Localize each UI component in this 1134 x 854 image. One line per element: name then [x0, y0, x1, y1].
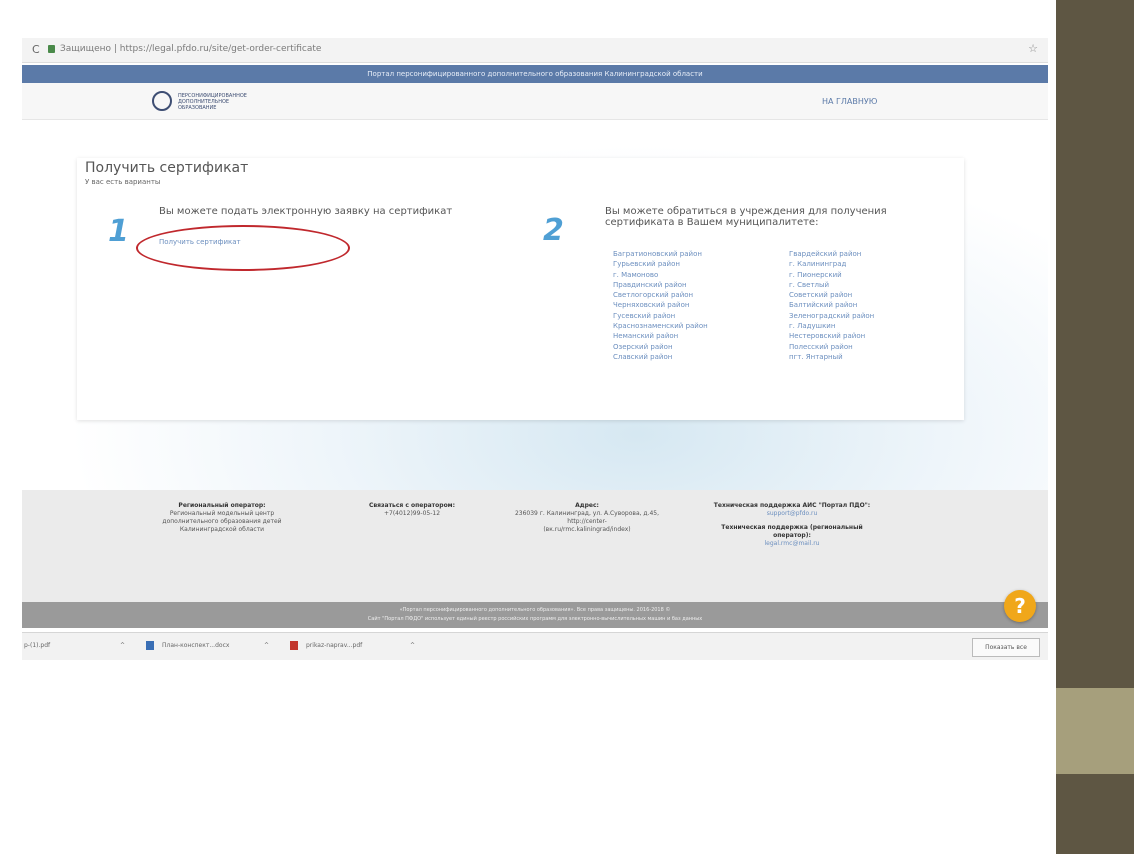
district-link[interactable]: пгт. Янтарный: [789, 352, 874, 362]
district-link[interactable]: Славский район: [613, 352, 708, 362]
document-icon: [146, 641, 154, 650]
district-link[interactable]: г. Калининград: [789, 259, 874, 269]
district-link[interactable]: Правдинский район: [613, 280, 708, 290]
footer-heading: Адрес:: [575, 502, 599, 509]
site-footer: Региональный оператор: Региональный моде…: [22, 490, 1048, 602]
district-link[interactable]: Гвардейский район: [789, 249, 874, 259]
footer-heading: Региональный оператор:: [178, 502, 266, 509]
download-item[interactable]: prikaz-naprav...pdf: [306, 642, 362, 649]
download-item[interactable]: р-(1).pdf: [24, 642, 50, 649]
footer-contact: Связаться с оператором: +7(4012)99-05-12: [352, 502, 472, 518]
footer-heading: Связаться с оператором:: [368, 502, 455, 509]
footer-text: (вк.ru/rmc.kaliningrad/index): [543, 526, 631, 533]
footer-heading: Техническая поддержка АИС "Портал ПДО":: [713, 502, 871, 509]
district-list-left: Багратионовский район Гурьевский район г…: [613, 249, 708, 362]
browser-screenshot: C Защищено | https://legal.pfdo.ru/site/…: [22, 38, 1048, 660]
help-icon[interactable]: ?: [1004, 590, 1036, 622]
footer-operator: Региональный оператор: Региональный моде…: [142, 502, 302, 534]
option-2-number: 2: [543, 213, 564, 248]
slide-decoration-block: [1056, 688, 1134, 774]
district-link[interactable]: г. Ладушкин: [789, 321, 874, 331]
district-list-right: Гвардейский район г. Калининград г. Пион…: [789, 249, 874, 362]
lock-icon: [48, 45, 55, 53]
portal-banner: Портал персонифицированного дополнительн…: [22, 65, 1048, 83]
logo-icon[interactable]: [152, 91, 172, 111]
site-header: ПЕРСОНИФИЦИРОВАННОЕ ДОПОЛНИТЕЛЬНОЕ ОБРАЗ…: [22, 83, 1048, 120]
downloads-bar: р-(1).pdf ^ План-конспект...docx ^ prika…: [22, 632, 1048, 660]
copyright-line: Сайт "Портал ПФДО" использует единый рее…: [367, 616, 703, 622]
chevron-up-icon[interactable]: ^: [410, 642, 415, 649]
footer-address: Адрес: 236039 г. Калининград, ул. А.Суво…: [512, 502, 662, 534]
copyright-bar: «Портал персонифицированного дополнитель…: [22, 602, 1048, 628]
district-link[interactable]: Советский район: [789, 290, 874, 300]
logo-text[interactable]: ПЕРСОНИФИЦИРОВАННОЕ ДОПОЛНИТЕЛЬНОЕ ОБРАЗ…: [178, 93, 258, 111]
url-text[interactable]: Защищено | https://legal.pfdo.ru/site/ge…: [60, 44, 321, 54]
download-item[interactable]: План-конспект...docx: [162, 642, 229, 649]
district-link[interactable]: г. Мамоново: [613, 270, 708, 280]
option-1-number: 1: [108, 214, 129, 249]
district-link[interactable]: Озерский район: [613, 342, 708, 352]
show-all-downloads-button[interactable]: Показать все: [972, 638, 1040, 657]
slide-decoration-bar: [1056, 0, 1134, 854]
chevron-up-icon[interactable]: ^: [264, 642, 269, 649]
district-link[interactable]: Краснознаменский район: [613, 321, 708, 331]
browser-address-bar[interactable]: C Защищено | https://legal.pfdo.ru/site/…: [22, 38, 1048, 63]
footer-phone: +7(4012)99-05-12: [383, 510, 441, 517]
district-link[interactable]: г. Пионерский: [789, 270, 874, 280]
copyright-line: «Портал персонифицированного дополнитель…: [399, 607, 671, 613]
district-link[interactable]: Гусевский район: [613, 311, 708, 321]
district-link[interactable]: Полесский район: [789, 342, 874, 352]
district-link[interactable]: Балтийский район: [789, 300, 874, 310]
district-link[interactable]: Неманский район: [613, 331, 708, 341]
footer-heading: Техническая поддержка (региональный опер…: [721, 524, 863, 539]
district-link[interactable]: Зеленоградский район: [789, 311, 874, 321]
district-link[interactable]: Нестеровский район: [789, 331, 874, 341]
pdf-icon: [290, 641, 298, 650]
district-link[interactable]: Черняховский район: [613, 300, 708, 310]
district-link[interactable]: г. Светлый: [789, 280, 874, 290]
presentation-slide: C Защищено | https://legal.pfdo.ru/site/…: [0, 0, 1134, 854]
district-link[interactable]: Багратионовский район: [613, 249, 708, 259]
reload-icon[interactable]: C: [32, 43, 40, 56]
page-subtitle: У вас есть варианты: [85, 178, 161, 186]
nav-home-link[interactable]: НА ГЛАВНУЮ: [822, 97, 877, 106]
footer-support: Техническая поддержка АИС "Портал ПДО": …: [712, 502, 872, 548]
page-title: Получить сертификат: [85, 160, 249, 176]
footer-text: 236039 г. Калининград, ул. А.Суворова, д…: [514, 510, 660, 525]
support-email-link[interactable]: support@pfdo.ru: [712, 510, 872, 518]
district-link[interactable]: Гурьевский район: [613, 259, 708, 269]
main-content: Получить сертификат У вас есть варианты …: [22, 120, 1048, 490]
option-2-heading: Вы можете обратиться в учреждения для по…: [605, 206, 887, 228]
footer-text: Региональный модельный центр дополнитель…: [162, 510, 282, 533]
certificate-card: Получить сертификат У вас есть варианты …: [77, 158, 964, 420]
chevron-up-icon[interactable]: ^: [120, 642, 125, 649]
highlight-ellipse: [136, 225, 350, 271]
star-icon[interactable]: ☆: [1028, 42, 1038, 55]
district-link[interactable]: Светлогорский район: [613, 290, 708, 300]
support-email-link[interactable]: legal.rmc@mail.ru: [712, 540, 872, 548]
option-1-heading: Вы можете подать электронную заявку на с…: [159, 206, 453, 217]
